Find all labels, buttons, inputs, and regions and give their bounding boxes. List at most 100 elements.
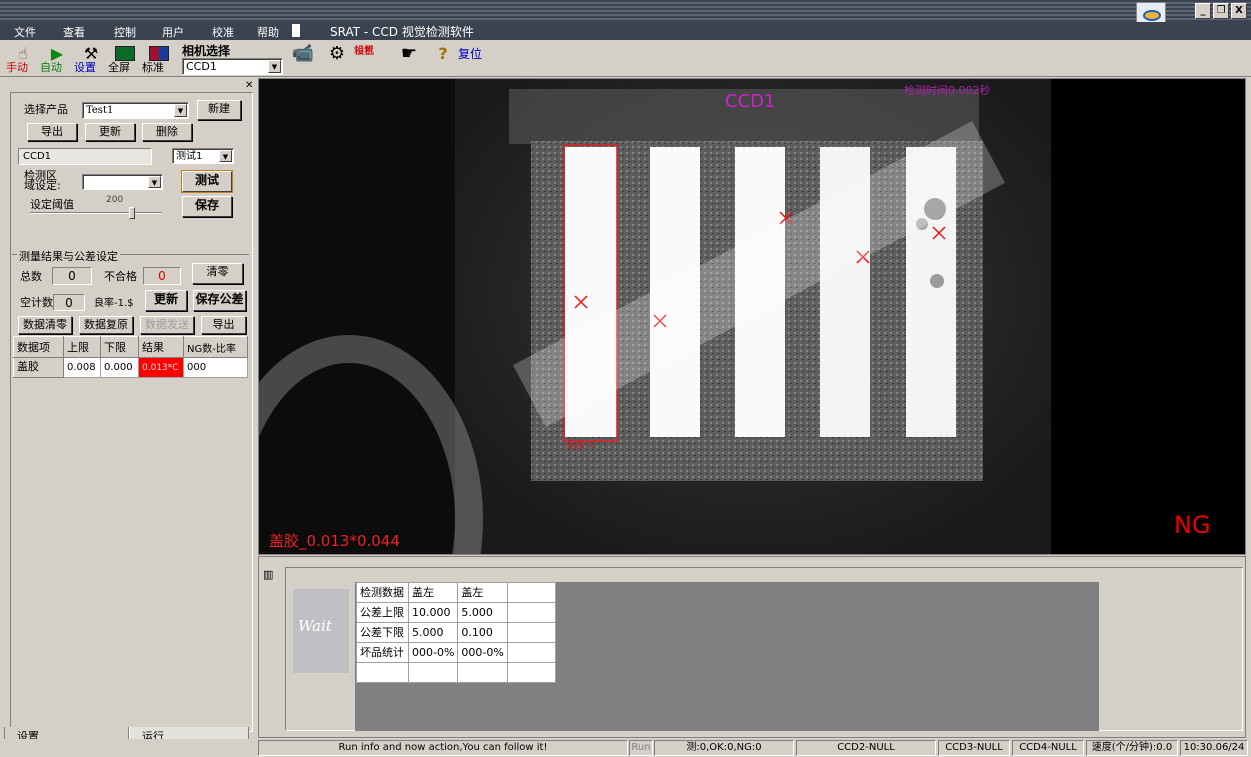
region-select[interactable]: ▼ [82,174,163,190]
camera-button[interactable]: 📹 [286,43,320,75]
table-cell: 000-0% [457,642,508,663]
camera-settings-icon-button[interactable]: ⚙ [320,43,354,75]
table-cell [407,662,459,683]
table-row[interactable]: 盖胶 0.008 0.000 0.013*C 000 [13,357,248,378]
calibrate-icon [148,43,170,63]
table-cell: 公差下限 [356,622,409,643]
threshold-slider-thumb[interactable] [129,207,135,219]
table-cell [506,622,556,643]
status-bar: Run info and now action,You can follow i… [0,739,1251,757]
pointer-help-button[interactable]: ☛ [392,43,426,75]
chevron-down-icon[interactable]: ▼ [148,176,161,188]
menu-calibrate[interactable]: 校准 [212,24,234,40]
table-cell: 公差上限 [356,602,409,623]
table-cell: 10.000 [407,602,459,623]
calibrate-button[interactable]: 标准 [142,43,176,75]
minimize-button[interactable]: _ [1195,3,1211,19]
window-controls: _ ❐ X [1195,3,1247,19]
empty-count-label: 空计数 [20,296,53,309]
table-cell: 0.008 [63,357,101,378]
menu-bar: 文件 查看 控制 用户 校准 帮助 SRAT - CCD 视觉检测软件 [0,22,1251,40]
menu-file[interactable]: 文件 [14,24,36,40]
fail-label: 不合格 [104,270,137,283]
settings-button[interactable]: ⚒ 设置 [74,43,108,75]
save-tolerance-button[interactable]: 保存公差 [193,290,246,311]
delete-button[interactable]: 删除 [142,123,192,141]
product-select[interactable]: Test1 ▼ [82,102,189,119]
table-cell [356,662,409,683]
status-run: Run [629,740,653,756]
menu-control[interactable]: 控制 [114,24,136,40]
update-button[interactable]: 更新 [85,123,135,141]
empty-count-value: 0 [53,294,85,311]
table-header: 结果 [138,336,184,358]
data-clear-button[interactable]: 数据清零 [18,316,72,334]
camera-image-view[interactable]: CCD1 检测时间0.002秒 盖胶 C 盖胶_0.013*0.044 NG [258,78,1246,555]
status-counts: 测:0,OK:0,NG:0 [654,740,794,756]
camera-select[interactable]: CCD1 ▼ [182,58,283,75]
camera-setup-button[interactable]: 相机 设置 [354,46,388,78]
clear-button[interactable]: 清零 [192,263,243,284]
yield-label: 良率-1.$ [94,298,134,309]
data-send-button[interactable]: 数据发送 [140,316,194,334]
chevron-down-icon[interactable]: ▼ [219,150,232,162]
threshold-value: 200 [106,195,124,205]
data-restore-button[interactable]: 数据复原 [79,316,133,334]
close-button[interactable]: X [1231,3,1247,19]
fail-value: 0 [143,267,181,285]
table-cell: 000-0% [407,642,459,663]
menu-grip [292,24,300,37]
menu-view[interactable]: 查看 [63,24,85,40]
chevron-down-icon[interactable]: ▼ [174,104,187,117]
reset-button[interactable]: 复位 [458,48,498,81]
roi-label: 盖胶 C [566,440,597,451]
table-cell: 检测数据 [356,582,409,603]
test-select[interactable]: 测试1 ▼ [172,148,234,164]
export2-button[interactable]: 导出 [201,316,246,334]
table-cell [506,602,556,623]
menu-user[interactable]: 用户 [162,24,184,40]
inspection-image [259,79,1245,554]
wait-indicator: Wait [293,589,349,673]
export-button[interactable]: 导出 [27,123,77,141]
help-button[interactable]: ? [426,43,460,75]
camera-icon: 📹 [291,42,315,64]
threshold-slider-track[interactable] [30,212,162,214]
status-ccd4: CCD4-NULL [1012,740,1084,756]
auto-button[interactable]: ▶ 自动 [40,43,74,75]
new-button[interactable]: 新建 [197,100,241,120]
total-label: 总数 [20,270,42,283]
restore-button[interactable]: ❐ [1213,3,1229,19]
table-cell [506,642,556,663]
table-cell: 0.000 [100,357,139,378]
status-info: Run info and now action,You can follow i… [258,740,628,756]
camera-select-title: 相机选择 [182,44,231,58]
save-button[interactable]: 保存 [182,196,232,217]
table-row: 公差上限 10.000 5.000 [356,602,556,623]
refresh-button[interactable]: 更新 [145,290,187,311]
table-header: NG数-比率 [183,336,248,358]
table-cell: 盖左 [407,582,459,603]
table-header: 上限 [63,336,101,358]
fullscreen-button[interactable]: 全屏 [108,43,142,75]
title-bar: _ ❐ X [0,0,1251,28]
table-cell: 0.100 [457,622,508,643]
table-row [356,662,556,683]
menu-help[interactable]: 帮助 [257,24,279,40]
close-icon[interactable]: ✕ [245,80,253,91]
measurement-table: 数据项 上限 下限 结果 NG数-比率 盖胶 0.008 0.000 0.013… [13,336,248,378]
table-cell: 5.000 [407,622,459,643]
inspection-time-label: 检测时间0.002秒 [904,84,991,97]
pane-toolbar-icon[interactable]: ▥ [263,568,273,581]
chevron-down-icon[interactable]: ▼ [268,60,281,73]
manual-button[interactable]: ☝ 手动 [6,43,40,75]
table-header: 下限 [100,336,139,358]
table-row: 公差下限 5.000 0.100 [356,622,556,643]
table-cell: 盖胶 [13,357,64,378]
ccd-field: CCD1 [18,148,152,165]
table-cell: 000 [183,357,248,378]
table-row: 坏品统计 000-0% 000-0% [356,642,556,663]
test-button[interactable]: 测试 [181,170,233,193]
camera-gear-icon: ⚙ [328,42,346,64]
verdict-label: NG [1174,511,1211,539]
